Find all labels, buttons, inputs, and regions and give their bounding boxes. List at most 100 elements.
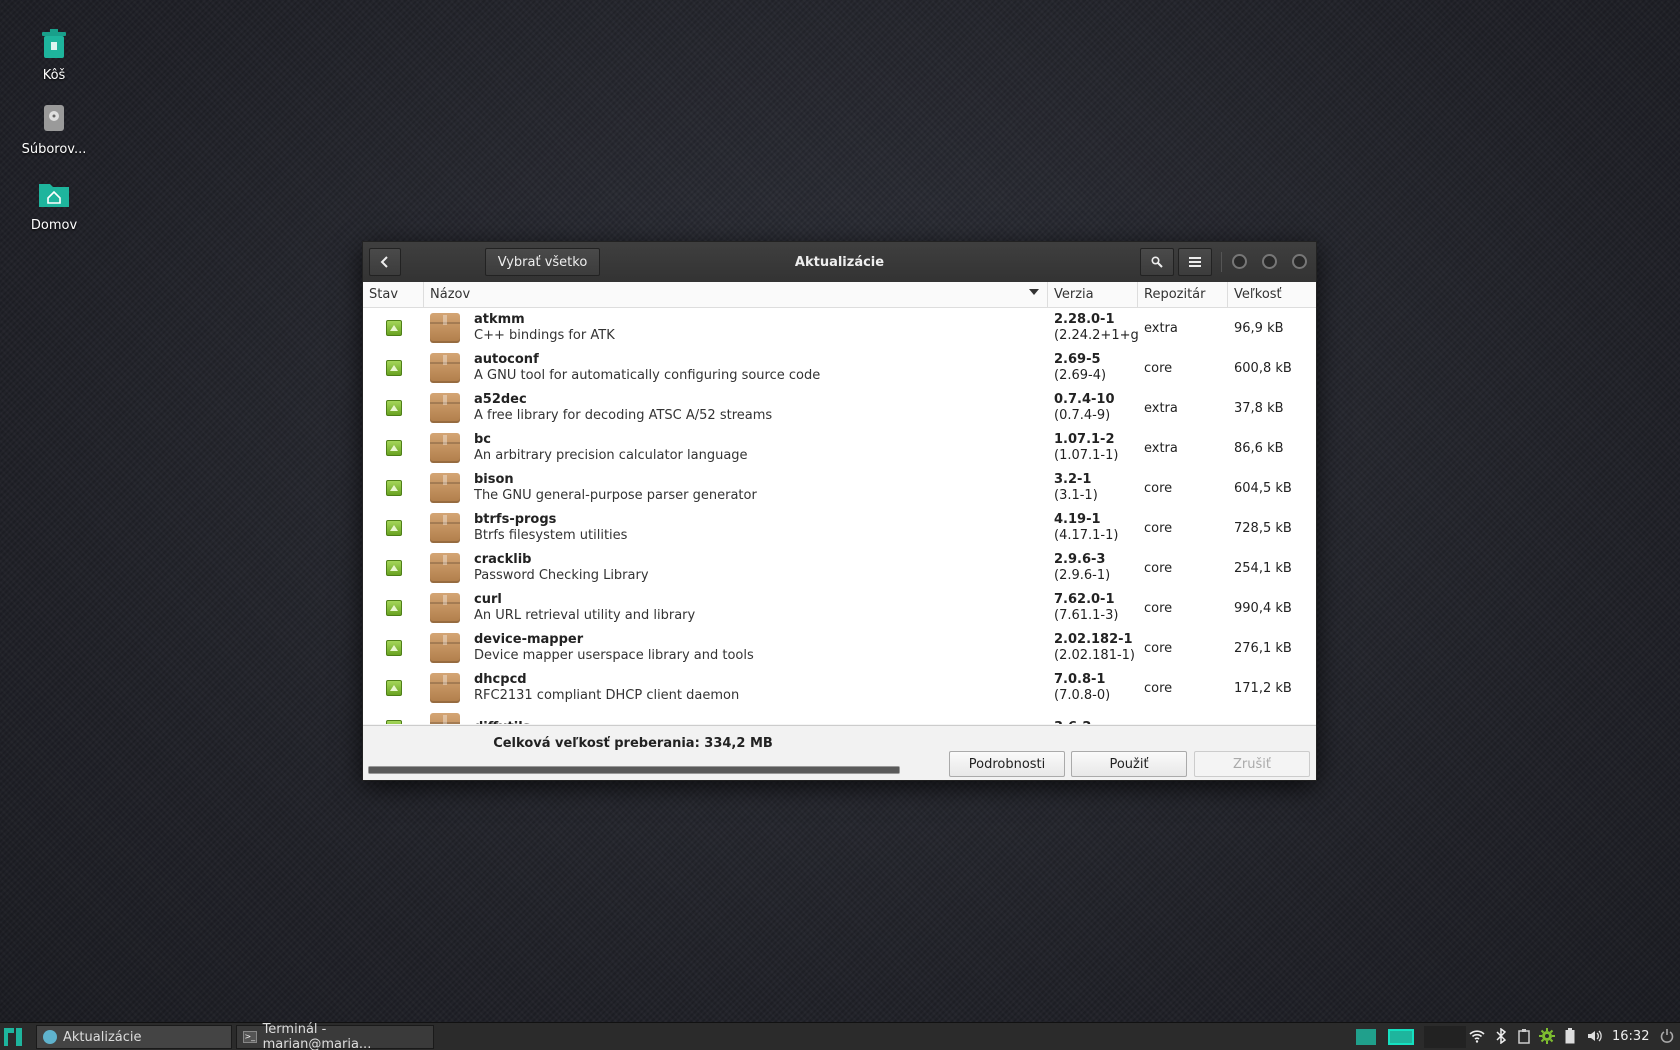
update-notifier-icon[interactable] [1538, 1027, 1556, 1045]
table-row[interactable]: dhcpcd RFC2131 compliant DHCP client dae… [363, 668, 1316, 708]
new-version: 0.7.4-10 [1054, 392, 1115, 407]
workspace-switcher-slot[interactable] [1424, 1026, 1466, 1048]
table-row[interactable]: bison The GNU general-purpose parser gen… [363, 468, 1316, 508]
column-header-repozitar[interactable]: Repozitár [1138, 282, 1228, 307]
package-description: An arbitrary precision calculator langua… [474, 448, 748, 463]
close-button[interactable] [1292, 254, 1307, 269]
minimize-button[interactable] [1232, 254, 1247, 269]
table-row[interactable]: curl An URL retrieval utility and librar… [363, 588, 1316, 628]
table-row[interactable]: atkmm C++ bindings for ATK 2.28.0-1 (2.2… [363, 308, 1316, 348]
titlebar-separator [1221, 252, 1222, 272]
column-header-velkost[interactable]: Veľkosť [1228, 282, 1316, 307]
package-icon [430, 393, 460, 423]
back-button[interactable] [369, 248, 401, 276]
search-icon [1151, 256, 1163, 268]
table-row[interactable]: device-mapper Device mapper userspace li… [363, 628, 1316, 668]
version-cell: 0.7.4-10 (0.7.4-9) [1048, 392, 1138, 424]
repository-cell: core [1144, 480, 1173, 496]
name-cell: bc An arbitrary precision calculator lan… [424, 432, 1048, 464]
column-header-nazov[interactable]: Názov [424, 282, 1048, 307]
desktop-icon-trash[interactable]: Kôš [14, 24, 94, 83]
desktop-icon-home[interactable]: Domov [14, 174, 94, 233]
status-cell[interactable] [363, 680, 424, 696]
status-cell[interactable] [363, 320, 424, 336]
maximize-button[interactable] [1262, 254, 1277, 269]
status-cell[interactable] [363, 360, 424, 376]
manjaro-menu-icon[interactable] [4, 1028, 22, 1046]
column-header-stav[interactable]: Stav [363, 282, 424, 307]
new-version: 4.19-1 [1054, 512, 1101, 527]
status-cell[interactable] [363, 560, 424, 576]
update-available-icon [385, 480, 402, 496]
select-all-button[interactable]: Vybrať všetko [485, 248, 600, 276]
package-description: RFC2131 compliant DHCP client daemon [474, 688, 740, 703]
table-row[interactable]: cracklib Password Checking Library 2.9.6… [363, 548, 1316, 588]
version-cell: 2.9.6-3 (2.9.6-1) [1048, 552, 1138, 584]
wifi-icon[interactable] [1468, 1027, 1486, 1045]
progress-fill [369, 767, 899, 773]
update-available-icon [385, 400, 402, 416]
taskbar-item-terminal[interactable]: >_ Terminál - marian@maria... [236, 1022, 434, 1050]
name-cell: a52dec A free library for decoding ATSC … [424, 392, 1048, 424]
total-download-size: Celková veľkosť preberania: 334,2 MB [493, 736, 773, 751]
workspace-2[interactable] [1388, 1029, 1414, 1045]
name-cell: bison The GNU general-purpose parser gen… [424, 472, 1048, 504]
status-cell[interactable] [363, 600, 424, 616]
table-header: Stav Názov Verzia Repozitár Veľkosť [363, 282, 1316, 308]
package-name: dhcpcd [474, 672, 527, 687]
status-cell[interactable] [363, 720, 424, 724]
package-icon [430, 433, 460, 463]
clipboard-icon[interactable] [1515, 1027, 1533, 1045]
version-cell: 7.62.0-1 (7.61.1-3) [1048, 592, 1138, 624]
status-cell[interactable] [363, 520, 424, 536]
volume-icon[interactable] [1586, 1027, 1604, 1045]
package-description: A free library for decoding ATSC A/52 st… [474, 408, 773, 423]
update-available-icon [385, 600, 402, 616]
desktop-icon-filesystem[interactable]: Súborov... [14, 98, 94, 157]
cancel-button[interactable]: Zrušiť [1194, 751, 1310, 777]
column-header-label: Názov [430, 287, 471, 302]
repository-cell: core [1144, 680, 1173, 696]
new-version: 3.2-1 [1054, 472, 1092, 487]
table-row[interactable]: autoconf A GNU tool for automatically co… [363, 348, 1316, 388]
bluetooth-icon[interactable] [1492, 1027, 1510, 1045]
old-version: (0.7.4-9) [1054, 408, 1111, 423]
details-button[interactable]: Podrobnosti [949, 751, 1065, 777]
package-icon [430, 513, 460, 543]
clock[interactable]: 16:32 [1612, 1029, 1649, 1044]
status-cell[interactable] [363, 480, 424, 496]
column-header-verzia[interactable]: Verzia [1048, 282, 1138, 307]
name-cell: atkmm C++ bindings for ATK [424, 312, 1048, 344]
new-version: 2.02.182-1 [1054, 632, 1133, 647]
package-name: device-mapper [474, 632, 584, 647]
table-row[interactable]: a52dec A free library for decoding ATSC … [363, 388, 1316, 428]
power-icon[interactable] [1658, 1027, 1676, 1045]
package-name: cracklib [474, 552, 532, 567]
table-row[interactable]: btrfs-progs Btrfs filesystem utilities 4… [363, 508, 1316, 548]
table-row[interactable]: bc An arbitrary precision calculator lan… [363, 428, 1316, 468]
table-row[interactable]: diffutils 3.6-2 [363, 708, 1316, 724]
status-cell[interactable] [363, 400, 424, 416]
status-cell[interactable] [363, 640, 424, 656]
name-cell: diffutils [424, 713, 1048, 724]
desktop-icon-label: Kôš [42, 68, 66, 83]
size-cell: 600,8 kB [1234, 360, 1292, 376]
update-available-icon [385, 560, 402, 576]
desktop-icon-label: Domov [30, 218, 78, 233]
repository-cell: core [1144, 600, 1173, 616]
new-version: 2.9.6-3 [1054, 552, 1106, 567]
battery-icon[interactable] [1561, 1027, 1579, 1045]
status-cell[interactable] [363, 440, 424, 456]
apply-button[interactable]: Použiť [1071, 751, 1187, 777]
search-button[interactable] [1140, 248, 1174, 276]
package-name: diffutils [474, 720, 530, 724]
taskbar: Aktualizácie >_ Terminál - marian@maria.… [0, 1022, 1680, 1050]
taskbar-item-updates[interactable]: Aktualizácie [36, 1025, 232, 1049]
updates-app-icon [43, 1030, 57, 1044]
menu-button[interactable] [1178, 248, 1212, 276]
workspace-1[interactable] [1356, 1029, 1376, 1045]
repository-cell: core [1144, 560, 1173, 576]
version-cell: 2.02.182-1 (2.02.181-1) [1048, 632, 1138, 664]
package-name: autoconf [474, 352, 539, 367]
table-body: atkmm C++ bindings for ATK 2.28.0-1 (2.2… [363, 308, 1316, 724]
